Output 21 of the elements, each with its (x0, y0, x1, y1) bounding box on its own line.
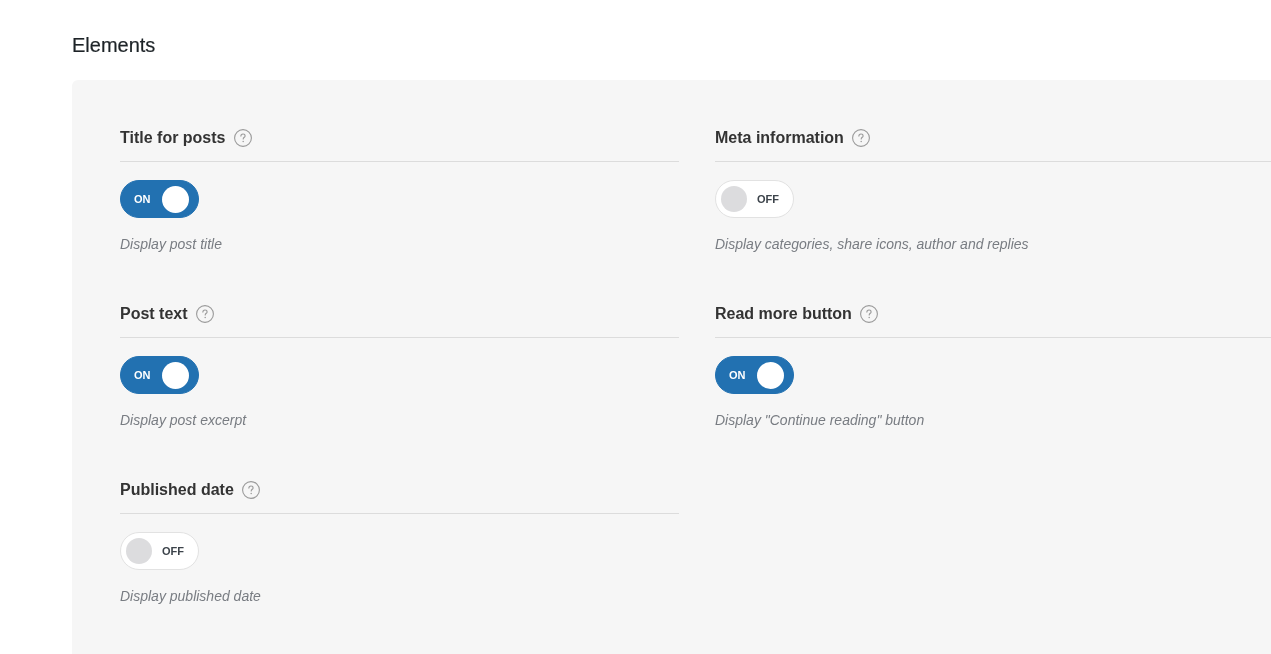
toggle-switch[interactable]: OFF (120, 532, 199, 570)
setting-title: Post text (120, 304, 188, 324)
toggle-switch[interactable]: OFF (715, 180, 794, 218)
toggle-switch[interactable]: ON (120, 356, 199, 394)
setting-title: Read more button (715, 304, 852, 324)
setting-description: Display categories, share icons, author and replies (715, 235, 1030, 254)
setting-description: Display post excerpt (120, 411, 248, 430)
help-icon[interactable] (233, 129, 252, 147)
setting-title: Meta information (715, 128, 844, 148)
help-icon[interactable] (195, 305, 214, 323)
help-icon[interactable] (859, 305, 878, 323)
setting-title: Published date (120, 480, 234, 500)
setting-description: Display "Continue reading" button (715, 411, 926, 430)
setting-title: Title for posts (120, 128, 226, 148)
toggle-switch[interactable]: ON (715, 356, 794, 394)
section-heading: Elements (72, 33, 156, 58)
toggle-switch[interactable]: ON (120, 180, 199, 218)
setting-description: Display post title (120, 235, 223, 254)
help-icon[interactable] (241, 481, 260, 499)
setting-description: Display published date (120, 587, 262, 606)
help-icon[interactable] (851, 129, 870, 147)
